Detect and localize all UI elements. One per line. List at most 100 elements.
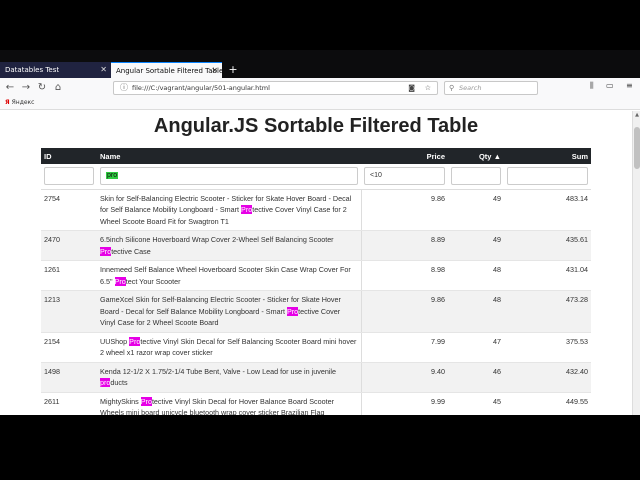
yandex-icon: Я [5,99,10,106]
search-input[interactable]: ⚲ Search [444,81,538,95]
library-icon[interactable]: ⫼ [590,81,594,91]
match-highlight: Pro [114,276,126,286]
name-text: 6.5inch Silicone Hoverboard Wrap Cover 2… [100,235,334,244]
tab-label: Angular Sortable Filtered Table [116,67,224,75]
cell-sum: 375.53 [504,332,591,363]
reload-icon[interactable]: ↻ [35,81,49,95]
name-text: MightySkins [100,396,141,406]
page-content: Angular.JS Sortable Filtered Table ID Na… [0,111,640,415]
name-filter-input[interactable]: pro [100,167,358,186]
back-icon[interactable]: ← [3,81,17,95]
sort-asc-icon: ▲ [493,151,501,161]
cell-price: 8.89 [361,230,448,261]
cell-qty: 46 [448,362,504,393]
bookmarks-bar: Я Яндекс [0,98,640,110]
table-row: 2154 UUShop Protective Vinyl Skin Decal f… [41,332,591,363]
cell-id: 2611 [41,392,97,415]
cell-price: 9.86 [361,189,448,231]
forward-icon[interactable]: → [19,81,33,95]
id-filter-input[interactable] [44,167,94,186]
pocket-icon[interactable]: ◙ [408,82,415,94]
price-filter-input[interactable]: <10 [364,167,445,186]
bookmark-yandex[interactable]: Я Яндекс [5,99,34,106]
home-icon[interactable]: ⌂ [51,81,65,95]
browser-window: Datatables Test ✕ Angular Sortable Filte… [0,50,640,415]
table-row: 2754 Skin for Self-Balancing Electric Sco… [41,189,591,231]
url-bar[interactable]: ⓘ file:///C:/vagrant/angular/501-angular… [113,81,438,95]
new-tab-icon[interactable]: + [226,62,240,78]
cell-id: 2754 [41,189,97,231]
cell-sum: 432.40 [504,362,591,393]
table-row: 2611 MightySkins Protective Vinyl Skin De… [41,392,591,415]
header-qty[interactable]: Qty ▲ [448,148,504,164]
cell-qty: 45 [448,392,504,415]
cell-price: 9.99 [361,392,448,415]
close-icon[interactable]: ✕ [100,62,107,78]
menu-icon[interactable]: ≡ [626,81,633,90]
sum-filter-input[interactable] [507,167,588,186]
cell-name: 6.5inch Silicone Hoverboard Wrap Cover 2… [97,230,362,261]
cell-sum: 473.28 [504,290,591,333]
header-price[interactable]: Price [361,148,448,164]
cell-price: 9.86 [361,290,448,333]
scroll-up-icon[interactable]: ▲ [633,111,640,119]
match-highlight: Pro [100,246,112,256]
nav-bar: ← → ↻ ⌂ ⓘ file:///C:/vagrant/angular/501… [0,78,640,98]
tab-strip: Datatables Test ✕ Angular Sortable Filte… [0,50,640,78]
table-row: 1498 Kenda 12-1/2 X 1.75/2-1/4 Tube Bent,… [41,362,591,393]
sidebar-icon[interactable]: ▭ [606,81,614,90]
cell-name: Skin for Self-Balancing Electric Scooter… [97,189,362,231]
tab-angular-sortable[interactable]: Angular Sortable Filtered Table ✕ [111,62,224,79]
cell-name: Kenda 12-1/2 X 1.75/2-1/4 Tube Bent, Val… [97,362,362,393]
filter-row: pro <10 [41,164,591,190]
name-text: Kenda 12-1/2 X 1.75/2-1/4 Tube Bent, Val… [100,366,337,376]
price-filter-value: <10 [370,172,382,180]
cell-sum: 435.61 [504,230,591,261]
cell-qty: 48 [448,260,504,291]
scrollbar[interactable]: ▲ [632,111,640,415]
match-highlight: Pro [129,336,141,346]
cell-price: 9.40 [361,362,448,393]
cell-price: 7.99 [361,332,448,363]
info-icon[interactable]: ⓘ [120,82,128,94]
products-table: ID Name Price Qty ▲ Sum pro <10 2754 Skin… [41,148,591,415]
cell-name: UUShop Protective Vinyl Skin Decal for S… [97,332,362,363]
name-text: UUShop [100,336,130,346]
tab-label: Datatables Test [5,66,60,74]
table-row: 1213 GameXcel Skin for Self-Balancing Ele… [41,290,591,333]
page-title: Angular.JS Sortable Filtered Table [153,115,479,137]
name-filter-value: pro [106,172,119,180]
cell-price: 8.98 [361,260,448,291]
search-icon: ⚲ [449,84,455,92]
cell-id: 1213 [41,290,97,333]
header-id[interactable]: ID [41,148,97,164]
cell-name: GameXcel Skin for Self-Balancing Electri… [97,290,362,333]
cell-id: 1498 [41,362,97,393]
cell-sum: 483.14 [504,189,591,231]
cell-qty: 47 [448,332,504,363]
name-text: tective Case [111,246,151,256]
header-sum[interactable]: Sum [504,148,591,164]
cell-qty: 49 [448,230,504,261]
cell-sum: 431.04 [504,260,591,291]
cell-id: 1261 [41,260,97,291]
scroll-thumb[interactable] [634,127,640,169]
cell-id: 2470 [41,230,97,261]
name-text: ducts [110,378,128,387]
url-text: file:///C:/vagrant/angular/501-angular.h… [132,84,270,92]
match-highlight: Pro [286,306,299,316]
match-highlight: pro [100,378,111,387]
match-highlight: Pro [140,396,152,406]
cell-id: 2154 [41,332,97,363]
tab-datatables-test[interactable]: Datatables Test ✕ [0,62,111,78]
bookmark-star-icon[interactable]: ☆ [425,82,431,94]
cell-sum: 449.55 [504,392,591,415]
qty-filter-input[interactable] [451,167,501,186]
header-name[interactable]: Name [97,148,361,164]
close-icon[interactable]: ✕ [211,63,218,79]
match-highlight: Pro [241,205,253,214]
cell-qty: 48 [448,290,504,333]
cell-qty: 49 [448,189,504,231]
table-row: 1261 Innemeed Self Balance Wheel Hoverboa… [41,260,591,291]
cell-name: MightySkins Protective Vinyl Skin Decal … [97,392,362,415]
